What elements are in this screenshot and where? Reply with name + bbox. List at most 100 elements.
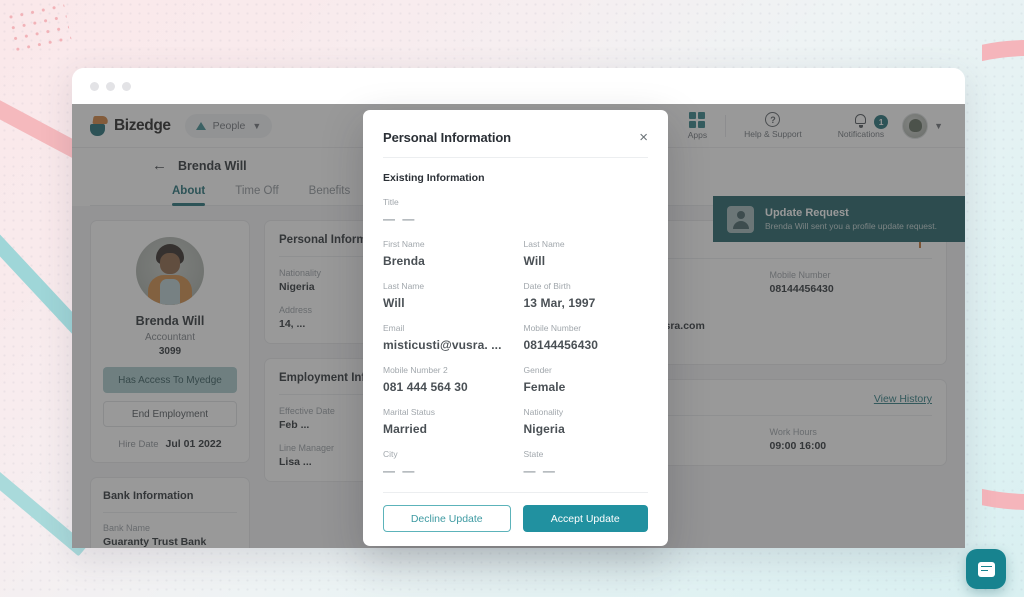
modal-field-state: State — — — [524, 449, 649, 478]
field-value: Brenda — [383, 254, 425, 268]
bell-icon — [854, 113, 867, 128]
field-value: Female — [523, 380, 566, 394]
modal-field-grid: Title — — First Name Brenda Last Name Wi… — [383, 197, 648, 478]
close-icon[interactable]: × — [639, 130, 648, 145]
existing-information-label: Existing Information — [383, 172, 485, 184]
personal-information-modal: Personal Information × Existing Informat… — [363, 110, 668, 546]
field-value: — — — [523, 464, 557, 478]
has-access-button[interactable]: Has Access To Myedge — [103, 367, 237, 393]
back-arrow-icon[interactable]: ← — [152, 158, 167, 173]
workspace-label: People — [212, 119, 246, 132]
modal-field-first-name: First Name Brenda — [383, 239, 508, 268]
field-value: misticusti@vusra. ... — [383, 338, 502, 352]
modal-footer: Decline Update Accept Update — [363, 493, 668, 546]
field-value: 081 444 564 30 — [383, 380, 468, 394]
bank-name-value: Guaranty Trust Bank — [103, 536, 207, 548]
bizedge-logo-icon — [90, 115, 109, 136]
hire-date-value: Jul 01 2022 — [165, 438, 222, 450]
modal-field-mobile-number: Mobile Number 08144456430 — [524, 323, 649, 352]
profile-employee-id: 3099 — [158, 346, 182, 357]
tab-benefits[interactable]: Benefits — [309, 185, 351, 205]
modal-field-nationality: Nationality Nigeria — [524, 407, 649, 436]
field-value: Will — [523, 254, 546, 268]
workspace-switcher[interactable]: People ▼ — [184, 113, 273, 138]
modal-field-title: Title — — — [383, 197, 648, 226]
field-label: Nationality — [523, 407, 564, 417]
window-dot-close[interactable] — [90, 81, 99, 91]
field-label: Gender — [523, 365, 552, 375]
field-value: 08144456430 — [523, 338, 599, 352]
chat-bubble-icon — [977, 561, 995, 577]
view-history-link[interactable]: View History — [874, 393, 932, 405]
field-label: Mobile Number — [523, 323, 582, 333]
field-value: 13 Mar, 1997 — [523, 296, 596, 310]
nav-right-group: Apps ? Help & Support 1 Notifications ▼ — [670, 111, 947, 140]
profile-avatar — [136, 237, 204, 305]
field-value: 08144456430 — [769, 283, 834, 295]
tab-time-off[interactable]: Time Off — [235, 185, 278, 205]
nav-label-help: Help & Support — [744, 129, 802, 139]
page-background: Bizedge People ▼ Apps ? Help & Support 1… — [0, 0, 1024, 597]
nav-item-help[interactable]: ? Help & Support — [726, 112, 820, 139]
window-dot-minimize[interactable] — [106, 81, 115, 91]
divider — [103, 512, 237, 513]
end-employment-button[interactable]: End Employment — [103, 401, 237, 427]
chat-widget-button[interactable] — [966, 549, 1006, 589]
field-label: Title — [383, 197, 399, 207]
modal-field-mobile-number-2: Mobile Number 2 081 444 564 30 — [383, 365, 508, 394]
nav-label-apps: Apps — [687, 129, 708, 140]
hire-date-label: Hire Date — [118, 438, 159, 450]
nav-item-notifications[interactable]: 1 Notifications — [820, 113, 902, 139]
field-value: Married — [383, 422, 428, 436]
update-request-banner[interactable]: Update Request Brenda Will sent you a pr… — [713, 196, 965, 242]
bank-information-card: Bank Information Bank Name Guaranty Trus… — [90, 477, 250, 548]
field-mobile-number: Mobile Number 08144456430 — [770, 270, 933, 295]
banner-title: Update Request — [765, 207, 849, 219]
field-value: Nigeria — [523, 422, 565, 436]
decline-update-button[interactable]: Decline Update — [383, 505, 511, 532]
browser-titlebar — [72, 68, 965, 104]
field-value: Will — [383, 296, 405, 310]
modal-field-last-name: Last Name Will — [524, 239, 649, 268]
page-title: Brenda Will — [178, 158, 247, 173]
field-label: Date of Birth — [523, 281, 571, 291]
bank-name-label: Bank Name — [103, 523, 151, 533]
user-menu[interactable]: ▼ — [902, 112, 947, 139]
modal-body: Existing Information Title — — First Nam… — [363, 158, 668, 478]
bizedge-logo[interactable]: Bizedge — [90, 115, 171, 136]
field-label: Mobile Number — [769, 270, 831, 280]
workspace-icon — [195, 121, 206, 130]
field-label: Email — [383, 323, 405, 333]
bank-card-title: Bank Information — [103, 490, 194, 502]
nav-label-notifications: Notifications — [837, 128, 885, 139]
modal-field-city: City — — — [383, 449, 508, 478]
help-circle-icon: ? — [765, 112, 781, 127]
modal-field-last-name-2: Last Name Will — [383, 281, 508, 310]
nav-item-apps[interactable]: Apps — [670, 111, 725, 140]
window-dot-maximize[interactable] — [122, 81, 131, 91]
left-column: Brenda Will Accountant 3099 Has Access T… — [90, 220, 250, 548]
field-work-hours: Work Hours 09:00 16:00 — [770, 427, 933, 452]
field-label: Work Hours — [769, 427, 817, 437]
field-value: — — — [383, 464, 417, 478]
apps-grid-icon — [689, 111, 706, 128]
field-label: First Name — [383, 239, 425, 249]
field-value: 09:00 16:00 — [769, 440, 827, 452]
accept-update-button[interactable]: Accept Update — [522, 505, 648, 532]
dot-cluster-decoration — [4, 0, 72, 52]
modal-field-marital-status: Marital Status Married — [383, 407, 508, 436]
field-label: Mobile Number 2 — [383, 365, 448, 375]
chevron-down-icon: ▼ — [252, 120, 262, 131]
profile-name: Brenda Will — [135, 314, 205, 328]
modal-header: Personal Information × — [363, 110, 668, 158]
logo-text: Bizedge — [114, 116, 171, 134]
profile-card: Brenda Will Accountant 3099 Has Access T… — [90, 220, 250, 463]
field-value: — — — [383, 212, 417, 226]
field-label: City — [383, 449, 398, 459]
chevron-down-icon: ▼ — [934, 120, 943, 131]
avatar — [902, 112, 929, 139]
modal-title: Personal Information — [383, 130, 512, 145]
user-avatar-icon — [727, 205, 754, 233]
tab-about[interactable]: About — [172, 185, 206, 206]
notification-badge: 1 — [874, 114, 889, 129]
